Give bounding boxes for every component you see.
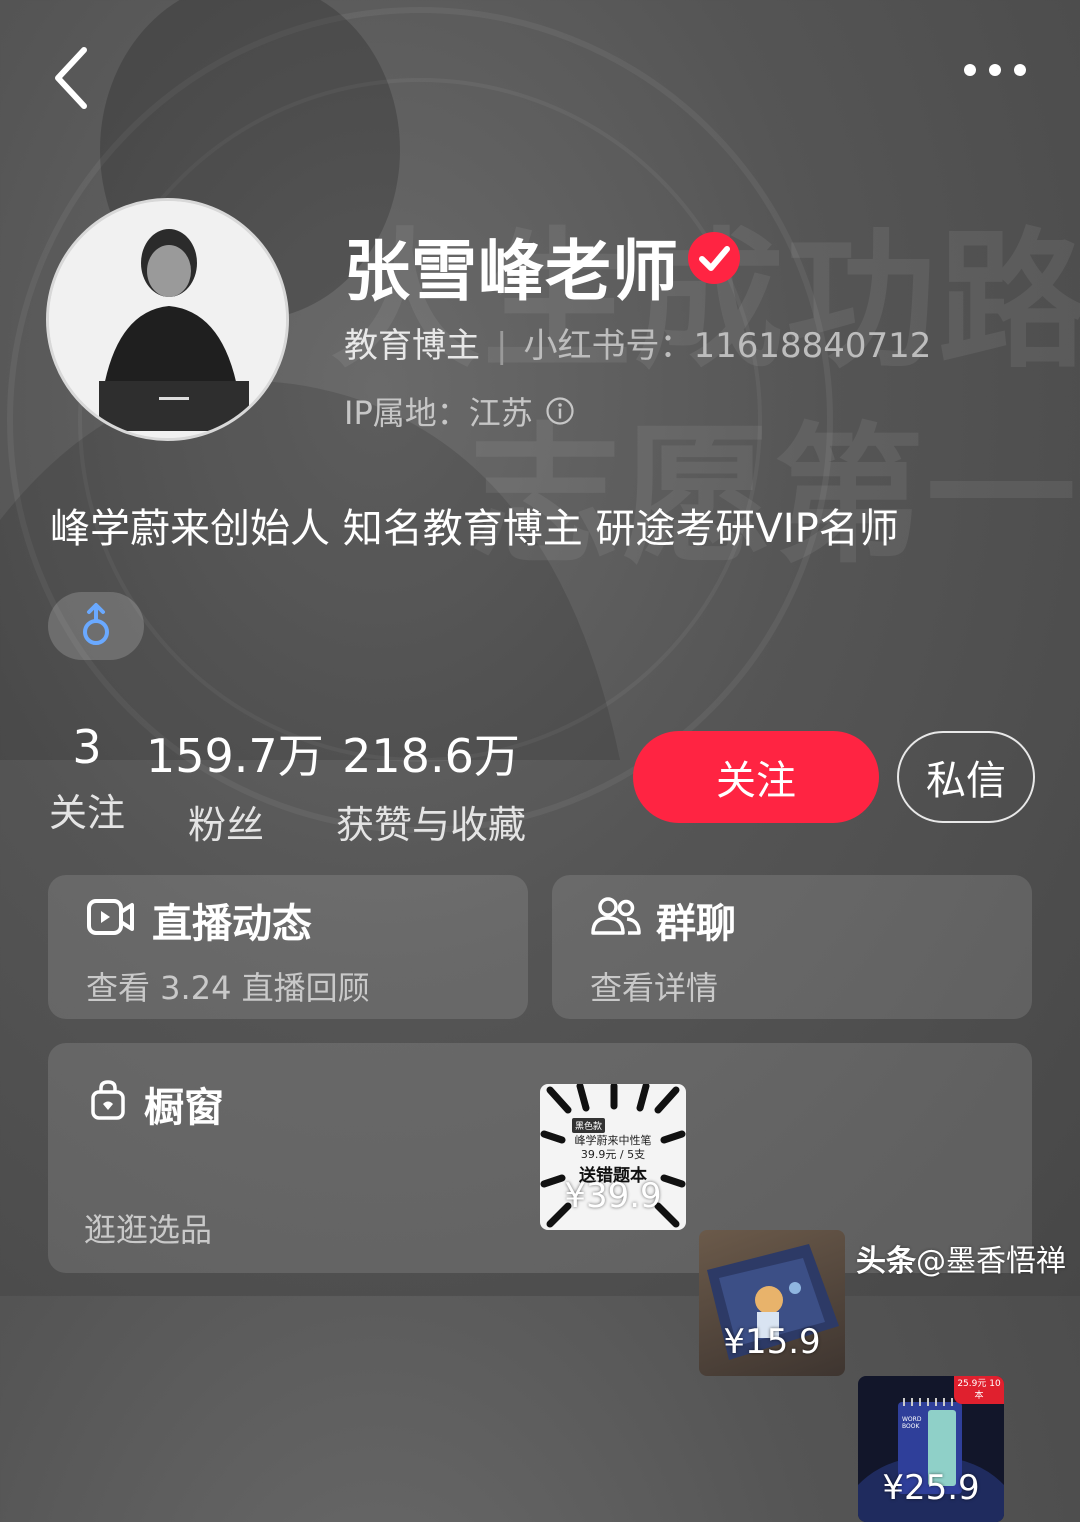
pen-badge: 黑色款 (572, 1118, 606, 1133)
stat-following-label: 关注 (48, 791, 125, 835)
stat-likes-label: 获赞与收藏 (335, 803, 526, 847)
group-users-icon (591, 897, 641, 935)
group-chat-card[interactable]: 群聊 查看详情 (552, 875, 1032, 1019)
chevron-left-icon (55, 47, 87, 109)
watermark: 头条@墨香悟禅 (856, 1236, 1066, 1280)
profile-name: 张雪峰老师 (344, 233, 679, 310)
watermark-platform: 头条 (856, 1244, 916, 1279)
group-chat-subtitle: 查看详情 (590, 969, 719, 1007)
shop-window-subtitle: 逛逛选品 (84, 1211, 213, 1249)
product-wordbook[interactable]: WORD BOOK 25.9元 10本 ¥25.9 (858, 1376, 1004, 1522)
ip-location: IP属地：江苏 (344, 388, 575, 434)
corner-price-tag: 25.9元 10本 (954, 1376, 1004, 1404)
stat-followers-label: 粉丝 (187, 803, 264, 847)
male-icon (83, 603, 109, 645)
group-chat-title: 群聊 (656, 901, 736, 947)
shopping-bag-icon (91, 1080, 125, 1120)
red-id: 小红书号：11618840712 (523, 326, 932, 366)
avatar[interactable] (46, 198, 289, 441)
stat-following-value: 3 (72, 720, 102, 774)
profile-meta: 教育博主 | 小红书号：11618840712 (344, 318, 931, 367)
shop-window-title: 橱窗 (144, 1085, 224, 1131)
more-options-button[interactable] (950, 50, 1040, 90)
message-button[interactable]: 私信 (897, 731, 1035, 823)
ip-location-text: IP属地：江苏 (344, 394, 533, 432)
meta-separator: | (496, 326, 508, 366)
stat-followers-value: 159.7万 (146, 729, 324, 783)
watermark-handle: @墨香悟禅 (916, 1244, 1066, 1279)
wordbook-label: WORD BOOK (902, 1416, 922, 1430)
follow-button[interactable]: 关注 (633, 731, 879, 823)
product-pen[interactable]: 黑色款 峰学蔚来中性笔 39.9元 / 5支 送错题本 ¥39.9 (540, 1084, 686, 1230)
video-icon (87, 899, 134, 935)
profile-bio: 峰学蔚来创始人 知名教育博主 研途考研VIP名师 (50, 506, 899, 552)
live-card[interactable]: 直播动态 查看 3.24 直播回顾 (48, 875, 528, 1019)
gender-tag (48, 592, 144, 660)
more-horizontal-icon (964, 64, 1026, 76)
pen-line2: 39.9元 / 5支 (580, 1148, 646, 1161)
avatar-image (49, 201, 286, 438)
live-card-subtitle: 查看 3.24 直播回顾 (86, 969, 370, 1007)
back-button[interactable] (40, 40, 110, 110)
profile-role: 教育博主 (344, 326, 480, 366)
product-price: ¥39.9 (564, 1176, 662, 1216)
stat-followers[interactable]: 159.7万 粉丝 (146, 720, 324, 849)
info-icon[interactable] (545, 396, 575, 426)
product-notebook[interactable]: ¥15.9 (699, 1230, 845, 1376)
stat-likes[interactable]: 218.6万 获赞与收藏 (326, 720, 536, 849)
product-price: ¥25.9 (882, 1468, 980, 1508)
stat-likes-value: 218.6万 (342, 729, 520, 783)
stat-following[interactable]: 3 关注 (46, 720, 128, 837)
verified-check-icon (686, 230, 742, 286)
live-card-title: 直播动态 (152, 901, 312, 947)
product-price: ¥15.9 (723, 1322, 821, 1362)
